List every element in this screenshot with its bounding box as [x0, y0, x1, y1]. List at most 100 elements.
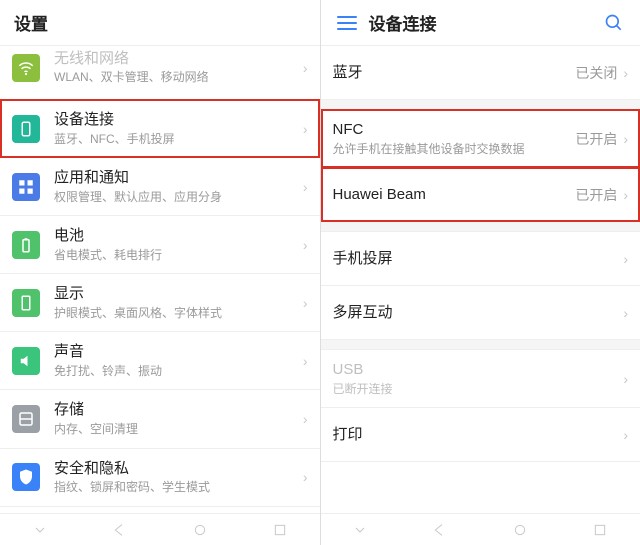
- row-title: 声音: [54, 342, 297, 362]
- chevron-right-icon: ›: [623, 251, 628, 267]
- settings-row[interactable]: 用户和帐户用户、云服务、帐户›: [0, 507, 320, 513]
- text-col: 打印: [333, 425, 618, 445]
- chevron-right-icon: ›: [303, 295, 308, 311]
- device-row[interactable]: 多屏互动 ›: [321, 286, 640, 340]
- page-title: 设备连接: [369, 10, 437, 35]
- text-col: 存储内存、空间清理: [54, 400, 297, 437]
- row-title: 无线和网络: [54, 49, 297, 69]
- nav-home-icon[interactable]: [189, 519, 211, 541]
- text-col: 应用和通知权限管理、默认应用、应用分身: [54, 168, 297, 205]
- row-title: 应用和通知: [54, 168, 297, 188]
- row-subtitle: 免打扰、铃声、振动: [54, 364, 297, 380]
- text-col: 显示护眼模式、桌面风格、字体样式: [54, 284, 297, 321]
- chevron-right-icon: ›: [303, 237, 308, 253]
- row-subtitle: 已断开连接: [333, 382, 618, 398]
- row-title: 电池: [54, 226, 297, 246]
- device-connection-panel: 设备连接 蓝牙已关闭›NFC允许手机在接触其他设备时交换数据已开启›Huawei…: [321, 0, 640, 545]
- text-col: 设备连接蓝牙、NFC、手机投屏: [54, 110, 297, 147]
- display-icon: [12, 289, 40, 317]
- row-title: NFC: [333, 120, 570, 140]
- row-subtitle: 蓝牙、NFC、手机投屏: [54, 132, 297, 148]
- apps-icon: [12, 173, 40, 201]
- android-navbar-right: [321, 513, 640, 545]
- chevron-right-icon: ›: [623, 427, 628, 443]
- row-title: 蓝牙: [333, 63, 570, 83]
- chevron-right-icon: ›: [303, 411, 308, 427]
- nav-home-icon[interactable]: [509, 519, 531, 541]
- text-col: Huawei Beam: [333, 185, 570, 205]
- settings-row[interactable]: 设备连接蓝牙、NFC、手机投屏 ›: [0, 100, 320, 158]
- settings-header: 设置: [0, 0, 320, 46]
- text-col: NFC 允许手机在接触其他设备时交换数据: [333, 120, 570, 157]
- nav-down-icon[interactable]: [349, 519, 371, 541]
- row-title: USB: [333, 360, 618, 380]
- text-col: 电池省电模式、耗电排行: [54, 226, 297, 263]
- settings-row[interactable]: 存储内存、空间清理 ›: [0, 390, 320, 448]
- row-title: 打印: [333, 425, 618, 445]
- nav-recent-icon[interactable]: [269, 519, 291, 541]
- device-row[interactable]: NFC 允许手机在接触其他设备时交换数据已开启 ›: [321, 110, 640, 168]
- storage-icon: [12, 405, 40, 433]
- menu-icon[interactable]: [335, 16, 359, 30]
- settings-panel: 设置 无线和网络WLAN、双卡管理、移动网络 › 设备连接蓝牙、NFC、手机投屏 › 应…: [0, 0, 321, 545]
- chevron-right-icon: ›: [623, 131, 628, 147]
- settings-list: 无线和网络WLAN、双卡管理、移动网络 › 设备连接蓝牙、NFC、手机投屏 › 应用和通…: [0, 46, 320, 513]
- row-subtitle: WLAN、双卡管理、移动网络: [54, 70, 297, 86]
- row-status: 已开启: [575, 185, 617, 205]
- row-subtitle: 内存、空间清理: [54, 422, 297, 438]
- nav-recent-icon[interactable]: [589, 519, 611, 541]
- settings-row[interactable]: 无线和网络WLAN、双卡管理、移动网络 ›: [0, 46, 320, 100]
- page-title: 设置: [14, 10, 48, 35]
- wifi-icon: [12, 54, 40, 82]
- row-status: 已关闭: [575, 63, 617, 83]
- device-row[interactable]: Huawei Beam已开启 ›: [321, 168, 640, 222]
- text-col: 蓝牙: [333, 63, 570, 83]
- settings-row[interactable]: 显示护眼模式、桌面风格、字体样式 ›: [0, 274, 320, 332]
- settings-row[interactable]: 应用和通知权限管理、默认应用、应用分身›: [0, 158, 320, 216]
- chevron-right-icon: ›: [623, 65, 628, 81]
- settings-row[interactable]: 声音免打扰、铃声、振动 ›: [0, 332, 320, 390]
- row-title: 安全和隐私: [54, 459, 297, 479]
- chevron-right-icon: ›: [623, 187, 628, 203]
- row-title: 存储: [54, 400, 297, 420]
- device-row[interactable]: 手机投屏 ›: [321, 232, 640, 286]
- device-row: USB 已断开连接 ›: [321, 350, 640, 408]
- security-icon: [12, 463, 40, 491]
- text-col: 手机投屏: [333, 249, 618, 269]
- row-title: 显示: [54, 284, 297, 304]
- chevron-right-icon: ›: [303, 469, 308, 485]
- android-navbar-left: [0, 513, 320, 545]
- text-col: 声音免打扰、铃声、振动: [54, 342, 297, 379]
- row-title: 手机投屏: [333, 249, 618, 269]
- chevron-right-icon: ›: [303, 60, 308, 76]
- row-subtitle: 权限管理、默认应用、应用分身: [54, 190, 297, 206]
- device-row[interactable]: 蓝牙已关闭 ›: [321, 46, 640, 100]
- row-subtitle: 省电模式、耗电排行: [54, 248, 297, 264]
- row-title: 多屏互动: [333, 303, 618, 323]
- device-row[interactable]: 打印 ›: [321, 408, 640, 462]
- row-subtitle: 允许手机在接触其他设备时交换数据: [333, 142, 570, 158]
- nav-back-icon[interactable]: [109, 519, 131, 541]
- row-subtitle: 指纹、锁屏和密码、学生模式: [54, 480, 297, 496]
- nav-down-icon[interactable]: [29, 519, 51, 541]
- text-col: USB 已断开连接: [333, 360, 618, 397]
- row-title: 设备连接: [54, 110, 297, 130]
- device-icon: [12, 115, 40, 143]
- section-gap: [321, 222, 640, 232]
- text-col: 安全和隐私指纹、锁屏和密码、学生模式: [54, 459, 297, 496]
- settings-row[interactable]: 电池省电模式、耗电排行 ›: [0, 216, 320, 274]
- device-list: 蓝牙已关闭›NFC允许手机在接触其他设备时交换数据已开启›Huawei Beam…: [321, 46, 640, 513]
- settings-row[interactable]: 安全和隐私指纹、锁屏和密码、学生模式 ›: [0, 449, 320, 507]
- chevron-right-icon: ›: [623, 305, 628, 321]
- row-title: Huawei Beam: [333, 185, 570, 205]
- search-icon[interactable]: [602, 13, 626, 33]
- section-gap: [321, 100, 640, 110]
- battery-icon: [12, 231, 40, 259]
- text-col: 多屏互动: [333, 303, 618, 323]
- chevron-right-icon: ›: [303, 353, 308, 369]
- nav-back-icon[interactable]: [429, 519, 451, 541]
- sound-icon: [12, 347, 40, 375]
- row-status: 已开启: [575, 129, 617, 149]
- chevron-right-icon: ›: [303, 121, 308, 137]
- chevron-right-icon: ›: [623, 371, 628, 387]
